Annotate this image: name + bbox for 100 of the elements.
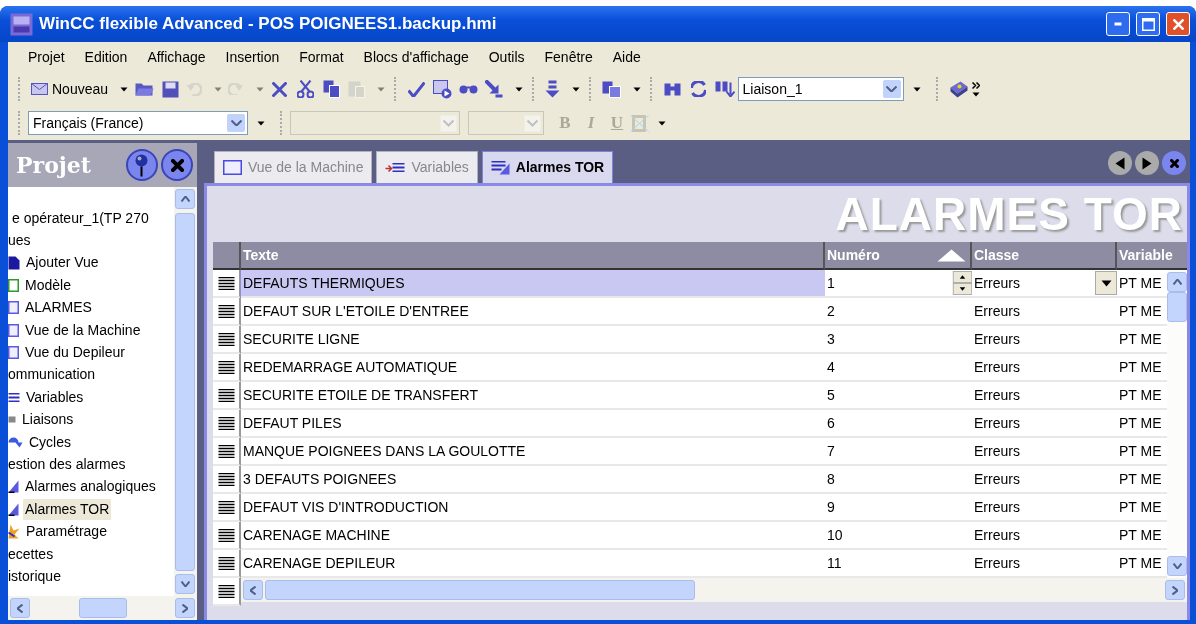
table-cell[interactable]: CARENAGE MACHINE — [241, 522, 825, 550]
row-handle-icon[interactable] — [217, 304, 235, 318]
editor-tab[interactable]: Alarmes TOR — [481, 151, 614, 183]
tree-item[interactable]: Vue du Depileur — [23, 342, 127, 364]
close-button[interactable] — [161, 149, 193, 181]
horizontal-scrollbar[interactable] — [8, 596, 197, 620]
tree-item[interactable]: ALARMES — [23, 297, 94, 319]
row-handle-icon[interactable] — [217, 444, 235, 458]
menu-item[interactable]: Projet — [20, 46, 77, 68]
spin-down-icon[interactable] — [952, 283, 972, 295]
table-cell[interactable]: Erreurs — [972, 550, 1117, 578]
scroll-down-button[interactable] — [175, 574, 195, 594]
dropdown-caret-icon[interactable] — [120, 86, 129, 92]
table-cell[interactable]: 1 — [825, 270, 972, 298]
scroll-up-button[interactable] — [1167, 272, 1187, 292]
table-cell[interactable]: 5 — [825, 382, 972, 410]
row-handle-icon[interactable] — [217, 360, 235, 374]
table-cell[interactable]: PT ME — [1117, 326, 1167, 354]
dropdown-caret-icon[interactable] — [658, 120, 666, 126]
scroll-thumb[interactable] — [175, 212, 195, 571]
row-handle-icon[interactable] — [217, 556, 235, 570]
vertical-scrollbar[interactable] — [174, 187, 197, 596]
tree-item[interactable]: Cycles — [27, 431, 73, 453]
table-cell[interactable]: Erreurs — [972, 298, 1117, 326]
table-cell[interactable]: 9 — [825, 494, 972, 522]
more-chevron-icon[interactable] — [971, 81, 980, 97]
table-cell[interactable]: Erreurs — [972, 354, 1117, 382]
language-dropdown[interactable]: Français (France) — [28, 111, 248, 135]
table-cell[interactable]: PT ME — [1117, 550, 1167, 578]
table-cell[interactable]: PT ME — [1117, 410, 1167, 438]
row-handle-icon[interactable] — [217, 388, 235, 402]
table-cell[interactable]: DEFAUTS THERMIQUES — [241, 270, 825, 298]
table-cell[interactable]: 6 — [825, 410, 972, 438]
table-cell[interactable]: REDEMARRAGE AUTOMATIQUE — [241, 354, 825, 382]
vertical-scrollbar[interactable] — [1167, 270, 1187, 578]
tree-item[interactable]: Vue de la Machine — [23, 319, 143, 341]
menu-item[interactable]: Aide — [604, 46, 653, 68]
scroll-thumb[interactable] — [78, 598, 127, 618]
table-cell[interactable]: 11 — [825, 550, 972, 578]
table-cell[interactable]: MANQUE POIGNEES DANS LA GOULOTTE — [241, 438, 825, 466]
scroll-left-button[interactable] — [10, 598, 30, 618]
table-cell[interactable]: 8 — [825, 466, 972, 494]
menu-item[interactable]: Outils — [480, 46, 537, 68]
pin-button[interactable] — [125, 149, 158, 181]
dropdown-caret-icon[interactable] — [514, 86, 523, 92]
horizontal-scrollbar[interactable] — [241, 578, 1187, 602]
connection-dropdown[interactable]: Liaison_1 — [737, 77, 904, 101]
dropdown-caret-icon[interactable] — [257, 120, 265, 126]
spin-up-icon[interactable] — [952, 271, 972, 283]
tree-item[interactable]: Modèle — [23, 274, 73, 296]
row-handle-icon[interactable] — [217, 332, 235, 346]
table-cell[interactable]: Erreurs — [972, 466, 1117, 494]
scroll-right-button[interactable] — [175, 598, 195, 618]
row-handle-icon[interactable] — [217, 276, 235, 290]
table-cell[interactable]: Erreurs — [972, 270, 1117, 298]
tree-item[interactable]: e opérateur_1(TP 270 — [12, 207, 149, 229]
table-cell[interactable]: 2 — [825, 298, 972, 326]
previous-button[interactable] — [1108, 151, 1132, 175]
next-button[interactable] — [1135, 151, 1159, 175]
tree-item[interactable]: istorique — [8, 565, 61, 587]
scroll-down-button[interactable] — [1167, 556, 1187, 576]
row-handle-icon[interactable] — [217, 528, 235, 542]
table-cell[interactable]: PT ME — [1117, 466, 1167, 494]
table-cell[interactable]: DEFAUT SUR L'ETOILE D'ENTREE — [241, 298, 825, 326]
table-cell[interactable]: Erreurs — [972, 382, 1117, 410]
scroll-thumb[interactable] — [265, 580, 695, 600]
row-handle-icon[interactable] — [217, 416, 235, 430]
dropdown-caret-icon[interactable] — [632, 86, 641, 92]
menu-item[interactable]: Format — [291, 46, 356, 68]
table-cell[interactable]: PT ME — [1117, 438, 1167, 466]
menu-item[interactable]: Edition — [76, 46, 140, 68]
tree-item[interactable]: estion des alarmes — [8, 454, 126, 475]
menu-item[interactable]: Insertion — [217, 46, 292, 68]
table-cell[interactable]: Erreurs — [972, 438, 1117, 466]
tree-item[interactable]: ues — [8, 230, 31, 252]
table-cell[interactable]: SECURITE ETOILE DE TRANSFERT — [241, 382, 825, 410]
tree-item[interactable]: Ajouter Vue — [24, 252, 101, 274]
table-cell[interactable]: Erreurs — [972, 494, 1117, 522]
scroll-right-button[interactable] — [1165, 580, 1185, 600]
close-button[interactable] — [1162, 151, 1186, 175]
table-cell[interactable]: DEFAUT PILES — [241, 410, 825, 438]
maximize-button[interactable] — [1136, 12, 1160, 36]
table-cell[interactable]: PT ME — [1117, 522, 1167, 550]
tree-item[interactable]: Alarmes analogiques — [23, 476, 158, 498]
dropdown-arrow-icon[interactable] — [1100, 279, 1112, 287]
table-cell[interactable]: PT ME — [1117, 494, 1167, 522]
table-cell[interactable]: 10 — [825, 522, 972, 550]
tree-item[interactable]: Liaisons — [20, 409, 76, 431]
table-cell[interactable]: Erreurs — [972, 326, 1117, 354]
dropdown-caret-icon[interactable] — [912, 86, 921, 92]
table-cell[interactable]: Erreurs — [972, 522, 1117, 550]
dropdown-caret-icon[interactable] — [571, 86, 580, 92]
row-handle-icon[interactable] — [217, 472, 235, 486]
table-cell[interactable]: PT ME — [1117, 354, 1167, 382]
scroll-up-button[interactable] — [175, 189, 195, 209]
menu-item[interactable]: Fenêtre — [536, 46, 605, 68]
table-cell[interactable]: PT ME — [1117, 382, 1167, 410]
tree-item[interactable]: ommunication — [8, 364, 96, 386]
table-cell[interactable]: 7 — [825, 438, 972, 466]
tree-item[interactable]: Alarmes TOR — [23, 498, 112, 520]
